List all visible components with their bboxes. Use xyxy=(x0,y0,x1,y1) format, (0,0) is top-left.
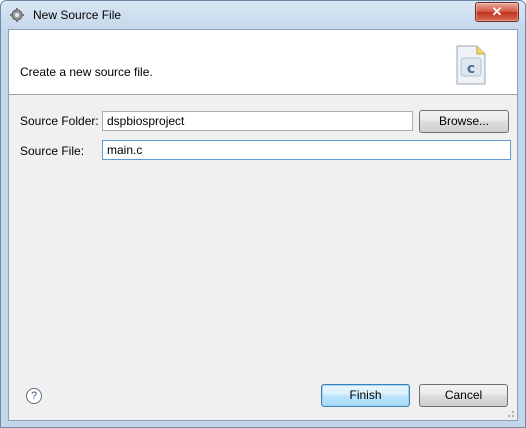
help-icon[interactable]: ? xyxy=(26,388,42,404)
banner-description: Create a new source file. xyxy=(20,65,153,79)
source-file-label: Source File: xyxy=(20,144,85,158)
resize-grip-icon[interactable] xyxy=(505,408,515,418)
app-gear-icon xyxy=(10,8,24,22)
window-title: New Source File xyxy=(33,8,122,22)
header-banner: Create a new source file. c xyxy=(9,30,517,95)
dialog-window: New Source File ✕ Create a new source fi… xyxy=(0,0,526,428)
close-icon: ✕ xyxy=(491,4,503,19)
title-bar[interactable]: New Source File ✕ xyxy=(1,1,525,29)
source-folder-input[interactable] xyxy=(102,111,413,131)
dialog-body: Create a new source file. c Source Folde… xyxy=(8,29,518,421)
close-button[interactable]: ✕ xyxy=(475,2,519,22)
file-icon-letter: c xyxy=(467,61,475,77)
source-folder-label: Source Folder: xyxy=(20,114,99,128)
cancel-button[interactable]: Cancel xyxy=(419,384,508,407)
browse-button[interactable]: Browse... xyxy=(419,110,509,133)
source-file-input[interactable] xyxy=(102,140,511,160)
c-source-file-icon: c xyxy=(456,45,486,85)
finish-button[interactable]: Finish xyxy=(321,384,410,407)
